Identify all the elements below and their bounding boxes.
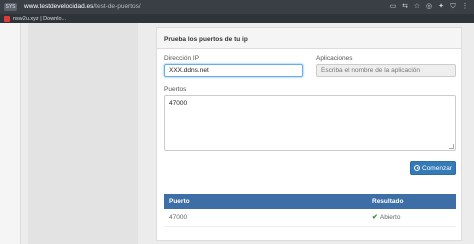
ip-input[interactable]: XXX.ddns.net <box>164 64 303 77</box>
shield-icon[interactable]: ⛉ <box>449 3 457 11</box>
result-status: Abierto <box>379 214 401 221</box>
bookmark-item[interactable]: nsw2u.xyz | Downlo... <box>4 15 66 22</box>
ports-label: Puertos <box>164 86 187 93</box>
resize-grip-icon[interactable] <box>449 144 454 149</box>
browser-toolbar: SYS www.testdevelocidad.es/test-de-puert… <box>0 0 474 14</box>
url-domain: www.testdevelocidad.es <box>24 3 94 10</box>
ip-label: Dirección IP <box>164 55 200 62</box>
page-content: Prueba los puertos de tu ip Dirección IP… <box>0 23 474 244</box>
results-table-header: Puerto Resultado <box>164 194 456 209</box>
ports-value: 47000 <box>169 100 188 107</box>
port-test-panel: Prueba los puertos de tu ip Dirección IP… <box>156 27 462 241</box>
star-icon[interactable]: ☆ <box>413 3 421 11</box>
camera-icon[interactable]: ◎ <box>425 3 433 11</box>
bookmark-label: nsw2u.xyz | Downlo... <box>13 15 67 22</box>
url-path: /test-de-puertos/ <box>93 3 141 10</box>
site-info-badge[interactable]: SYS <box>4 3 17 11</box>
play-circle-icon <box>414 165 420 171</box>
column-header-port: Puerto <box>169 198 190 205</box>
table-row: 47000 ✔ Abierto <box>164 209 456 227</box>
toolbar-icons: ▭ ⇆ ☆ ◎ ✦ ⛉ ⋮ <box>389 2 469 12</box>
bookmarks-bar: nsw2u.xyz | Downlo... <box>0 14 474 23</box>
column-header-result: Resultado <box>372 198 404 205</box>
check-icon: ✔ <box>372 214 378 221</box>
left-margin <box>0 23 21 244</box>
apps-label: Aplicaciones <box>316 55 353 62</box>
cell-result: ✔ Abierto <box>372 214 400 221</box>
start-button-label: Comenzar <box>422 164 452 172</box>
ports-textarea[interactable]: 47000 <box>164 95 456 151</box>
pip-icon[interactable]: ▭ <box>389 3 397 11</box>
address-bar[interactable]: www.testdevelocidad.es/test-de-puertos/ <box>24 3 141 11</box>
start-button[interactable]: Comenzar <box>410 161 456 175</box>
menu-icon[interactable]: ⋮ <box>461 3 469 11</box>
bookmark-favicon-icon <box>4 15 10 22</box>
panel-title: Prueba los puertos de tu ip <box>157 28 461 49</box>
extension-icon[interactable]: ✦ <box>437 3 445 11</box>
left-column <box>28 23 138 244</box>
apps-input[interactable]: Escriba el nombre de la aplicación <box>316 64 456 77</box>
translate-icon[interactable]: ⇆ <box>401 3 409 11</box>
cell-port: 47000 <box>169 214 188 221</box>
